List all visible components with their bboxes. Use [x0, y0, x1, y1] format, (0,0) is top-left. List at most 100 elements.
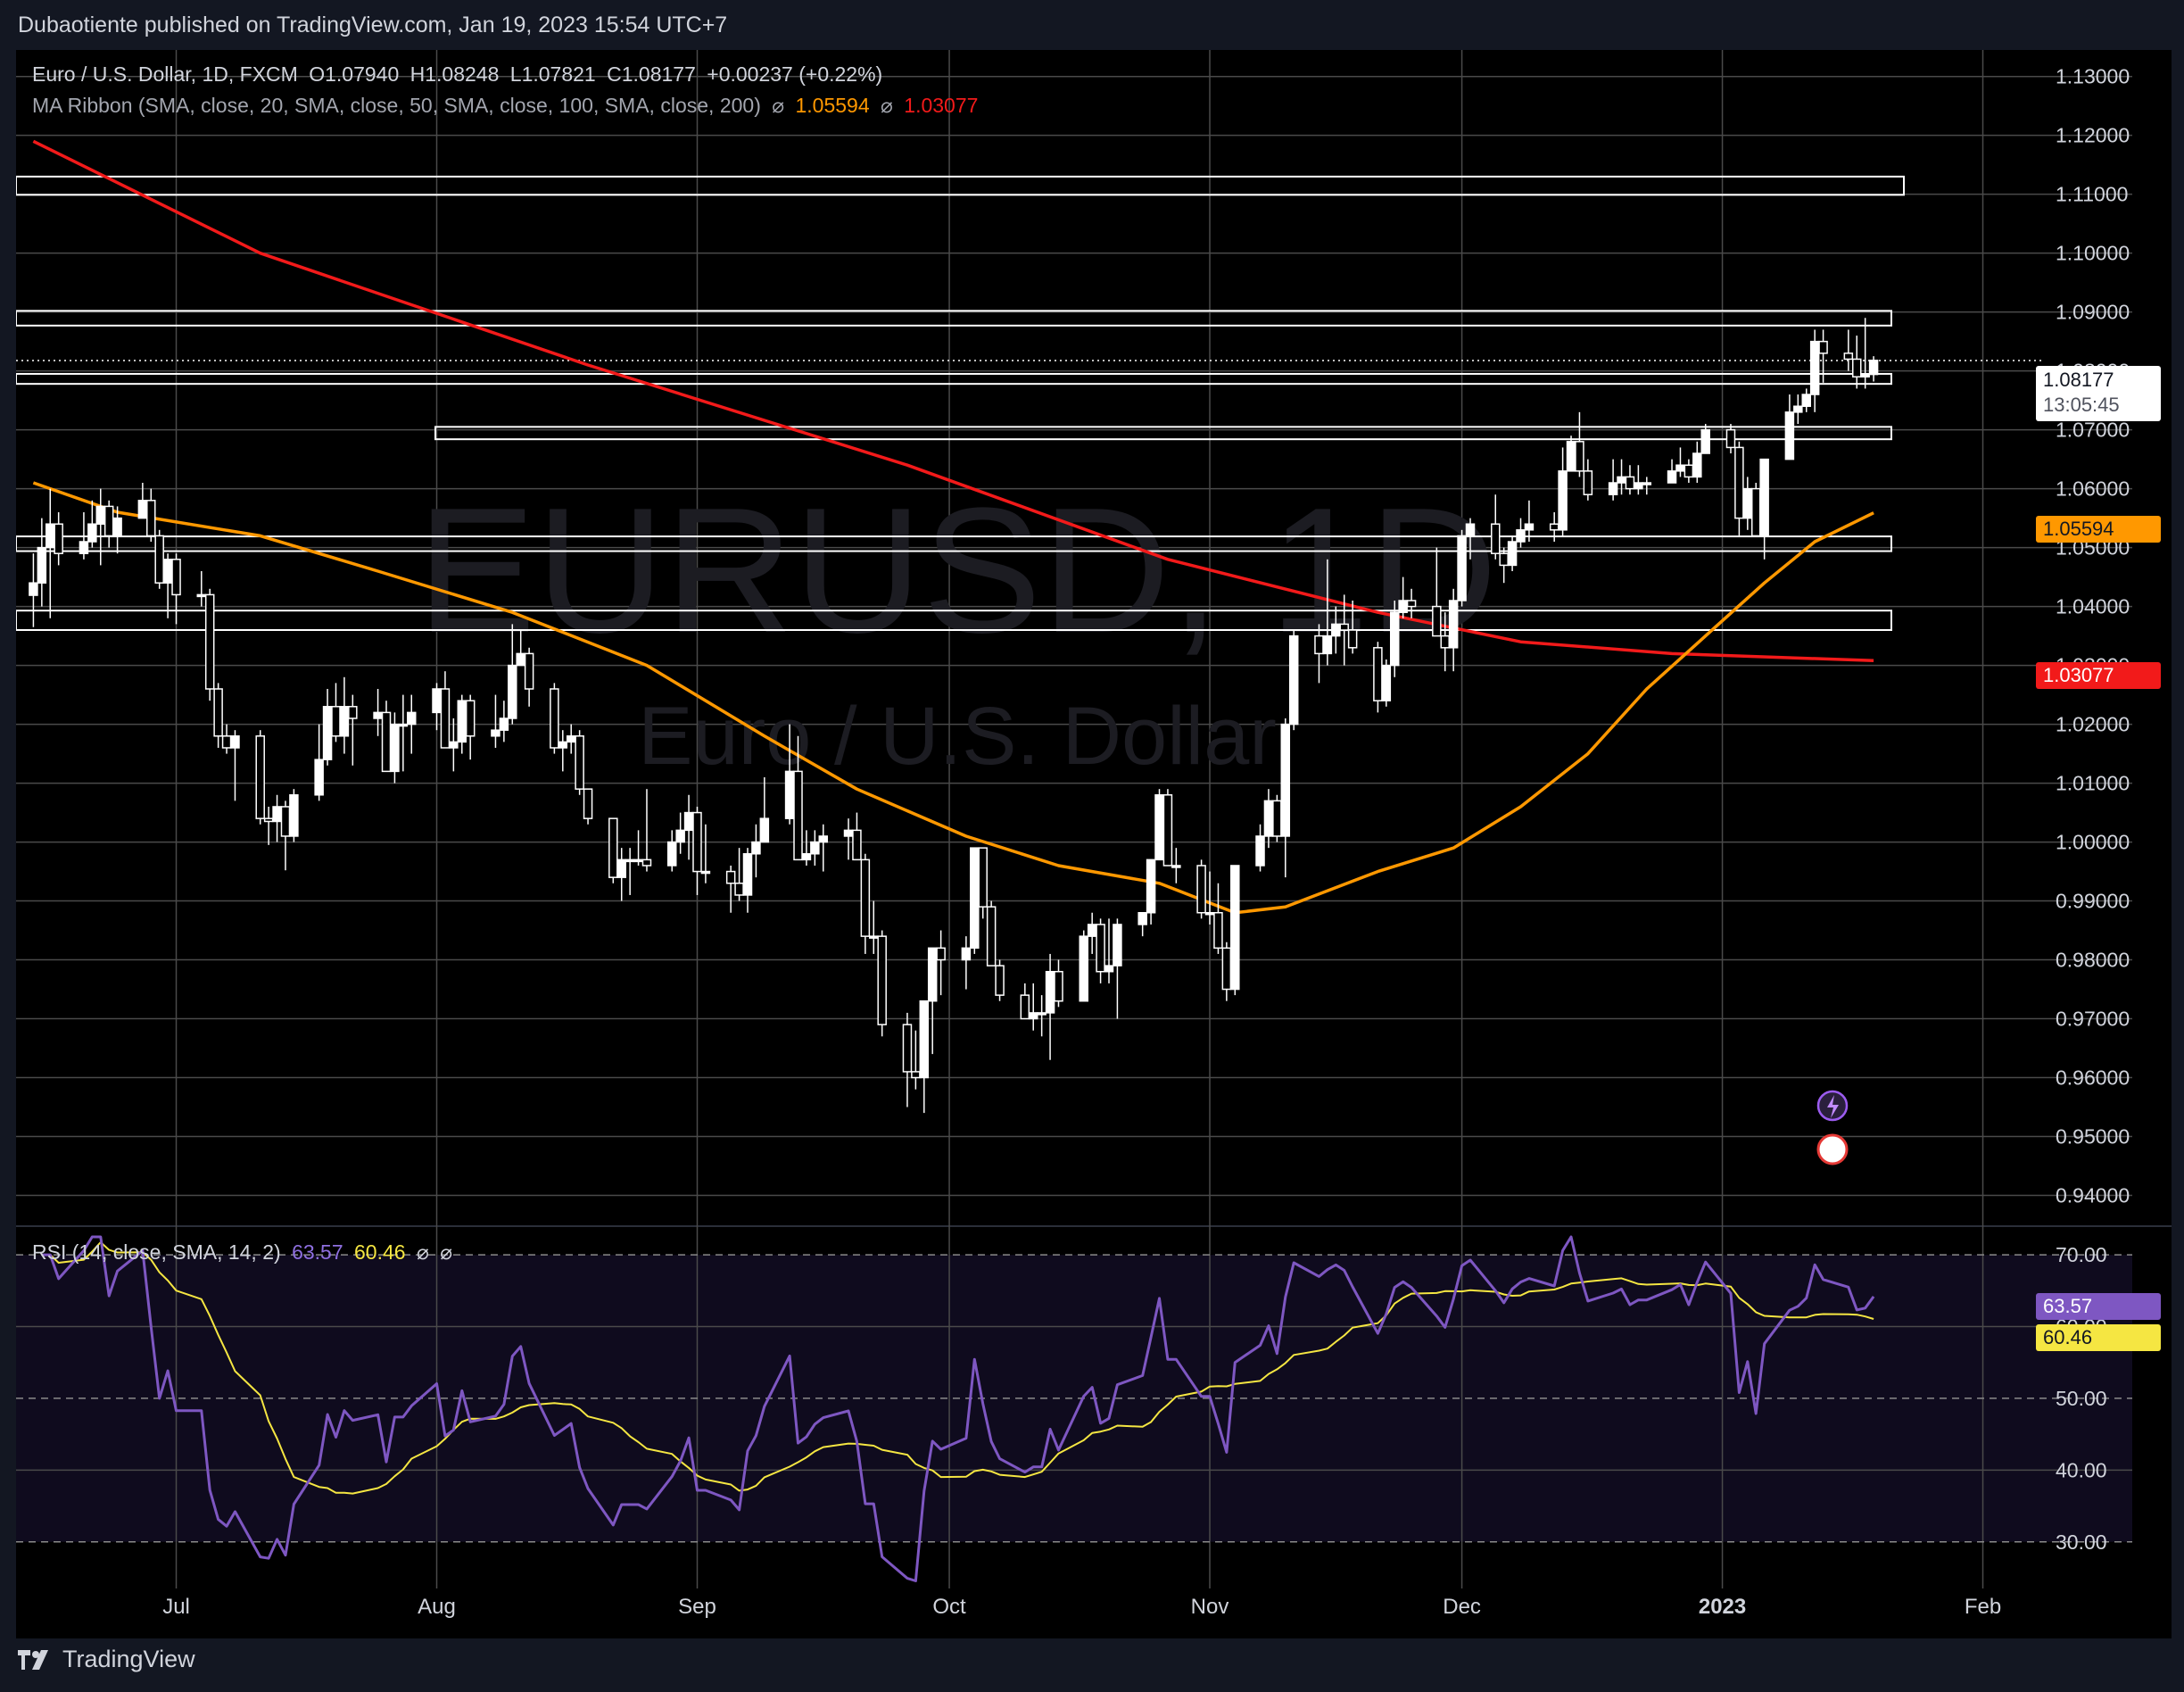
candle-up — [29, 582, 38, 596]
ma200-value: 1.03077 — [904, 94, 979, 117]
candle-down — [725, 870, 736, 884]
candle-up — [927, 947, 938, 1002]
candle-up — [1288, 634, 1299, 726]
candle-up — [633, 858, 643, 863]
candle-up — [566, 735, 576, 743]
candle-down — [1583, 470, 1593, 495]
candle-up — [1784, 411, 1795, 460]
rsi-title: RSI (14, close, SMA, 14, 2) — [32, 1240, 281, 1264]
candle-up — [1331, 623, 1341, 637]
candle-up — [1558, 470, 1568, 531]
price-axis-label: 0.97000 — [2056, 1008, 2130, 1031]
footer-bar — [0, 1638, 2184, 1692]
time-axis-label: Dec — [1443, 1595, 1481, 1619]
ma100-value: 1.05594 — [795, 94, 870, 117]
candle-up — [801, 853, 812, 861]
candle-down — [852, 829, 862, 861]
candle-up — [1087, 924, 1097, 937]
price-axis-label: 1.06000 — [2056, 477, 2130, 501]
candle-down — [146, 500, 156, 537]
candle-down — [1272, 800, 1282, 837]
candle-down — [1491, 523, 1501, 554]
candle-down — [213, 688, 223, 737]
candle-up — [1793, 405, 1803, 413]
candle-up — [1759, 458, 1769, 537]
candle-down — [1054, 970, 1063, 1002]
chart-svg[interactable]: 1.130001.120001.110001.100001.090001.080… — [16, 50, 2172, 1638]
candle-up — [137, 500, 148, 519]
candle-up — [666, 841, 677, 867]
candle-up — [1742, 487, 1753, 519]
candle-up — [1608, 482, 1618, 495]
publisher-bar: Dubaotiente published on TradingView.com… — [0, 0, 2184, 50]
candle-down — [204, 593, 215, 690]
rsi-axis-label: 30.00 — [2056, 1530, 2107, 1554]
price-axis-label: 1.00000 — [2056, 831, 2130, 854]
candle-up — [1079, 935, 1088, 1002]
rsi-ma-value: 60.46 — [354, 1240, 406, 1264]
candle-down — [1852, 358, 1862, 377]
candle-up — [1692, 452, 1702, 478]
candle-up — [322, 706, 333, 760]
candle-up — [1389, 611, 1400, 667]
candle-up — [961, 947, 972, 961]
symbol-title: Euro / U.S. Dollar, 1D, FXCM — [32, 62, 298, 86]
rsi-price-tag: 63.57 — [2036, 1293, 2161, 1320]
price-axis-label: 1.11000 — [2056, 183, 2128, 206]
candle-up — [272, 806, 282, 823]
chart-area[interactable]: 1.130001.120001.110001.100001.090001.080… — [16, 50, 2172, 1638]
candle-down — [978, 847, 988, 908]
candle-up — [1322, 634, 1333, 655]
candle-down — [936, 947, 946, 961]
ma-ribbon-legend[interactable]: MA Ribbon (SMA, close, 20, SMA, close, 5… — [32, 94, 983, 118]
candle-down — [734, 883, 744, 896]
rsi-axis-label: 50.00 — [2056, 1387, 2107, 1410]
candle-down — [440, 688, 451, 749]
candle-up — [919, 999, 930, 1079]
last-price-value: 1.08177 — [2043, 369, 2114, 391]
candle-down — [221, 735, 232, 749]
candle-down — [1406, 600, 1417, 608]
high-label: H — [410, 62, 426, 86]
candle-up — [1448, 600, 1459, 649]
candle-up — [616, 858, 626, 878]
price-axis-label: 1.10000 — [2056, 242, 2130, 265]
candle-down — [1432, 605, 1442, 637]
candle-down — [583, 788, 593, 819]
candle-up — [508, 664, 517, 719]
candle-up — [1507, 541, 1518, 567]
time-axis-label: Feb — [1965, 1595, 2001, 1619]
candle-down — [1549, 523, 1559, 531]
candle-down — [1221, 947, 1232, 991]
candle-down — [1020, 994, 1030, 1020]
candle-down — [1196, 865, 1206, 914]
candle-up — [516, 652, 525, 667]
candle-up — [700, 870, 711, 875]
rsi-legend[interactable]: RSI (14, close, SMA, 14, 2) 63.57 60.46 … — [32, 1240, 458, 1265]
candle-up — [1146, 858, 1156, 914]
candle-down — [1314, 634, 1324, 655]
time-axis-label: Sep — [678, 1595, 716, 1619]
candle-down — [1625, 476, 1635, 490]
candle-up — [1566, 441, 1576, 472]
candle-up — [1675, 464, 1685, 472]
candle-up — [970, 847, 980, 950]
close-value: 1.08177 — [621, 62, 696, 86]
candle-up — [625, 858, 635, 863]
candle-down — [54, 523, 63, 554]
candle-up — [1667, 470, 1677, 484]
candle-up — [1700, 428, 1710, 454]
tradingview-brand[interactable]: TradingView — [18, 1646, 195, 1673]
countdown-value: 13:05:45 — [2043, 394, 2120, 416]
candle-up — [1028, 1012, 1038, 1020]
price-axis-label: 1.04000 — [2056, 595, 2130, 618]
candle-down — [1373, 647, 1383, 701]
candle-up — [407, 711, 417, 726]
candle-up — [869, 935, 879, 939]
candle-down — [1499, 552, 1509, 567]
candle-down — [255, 735, 265, 819]
open-label: O — [309, 62, 326, 86]
candle-up — [390, 723, 400, 773]
candle-up — [1465, 523, 1476, 537]
candle-up — [432, 688, 442, 714]
